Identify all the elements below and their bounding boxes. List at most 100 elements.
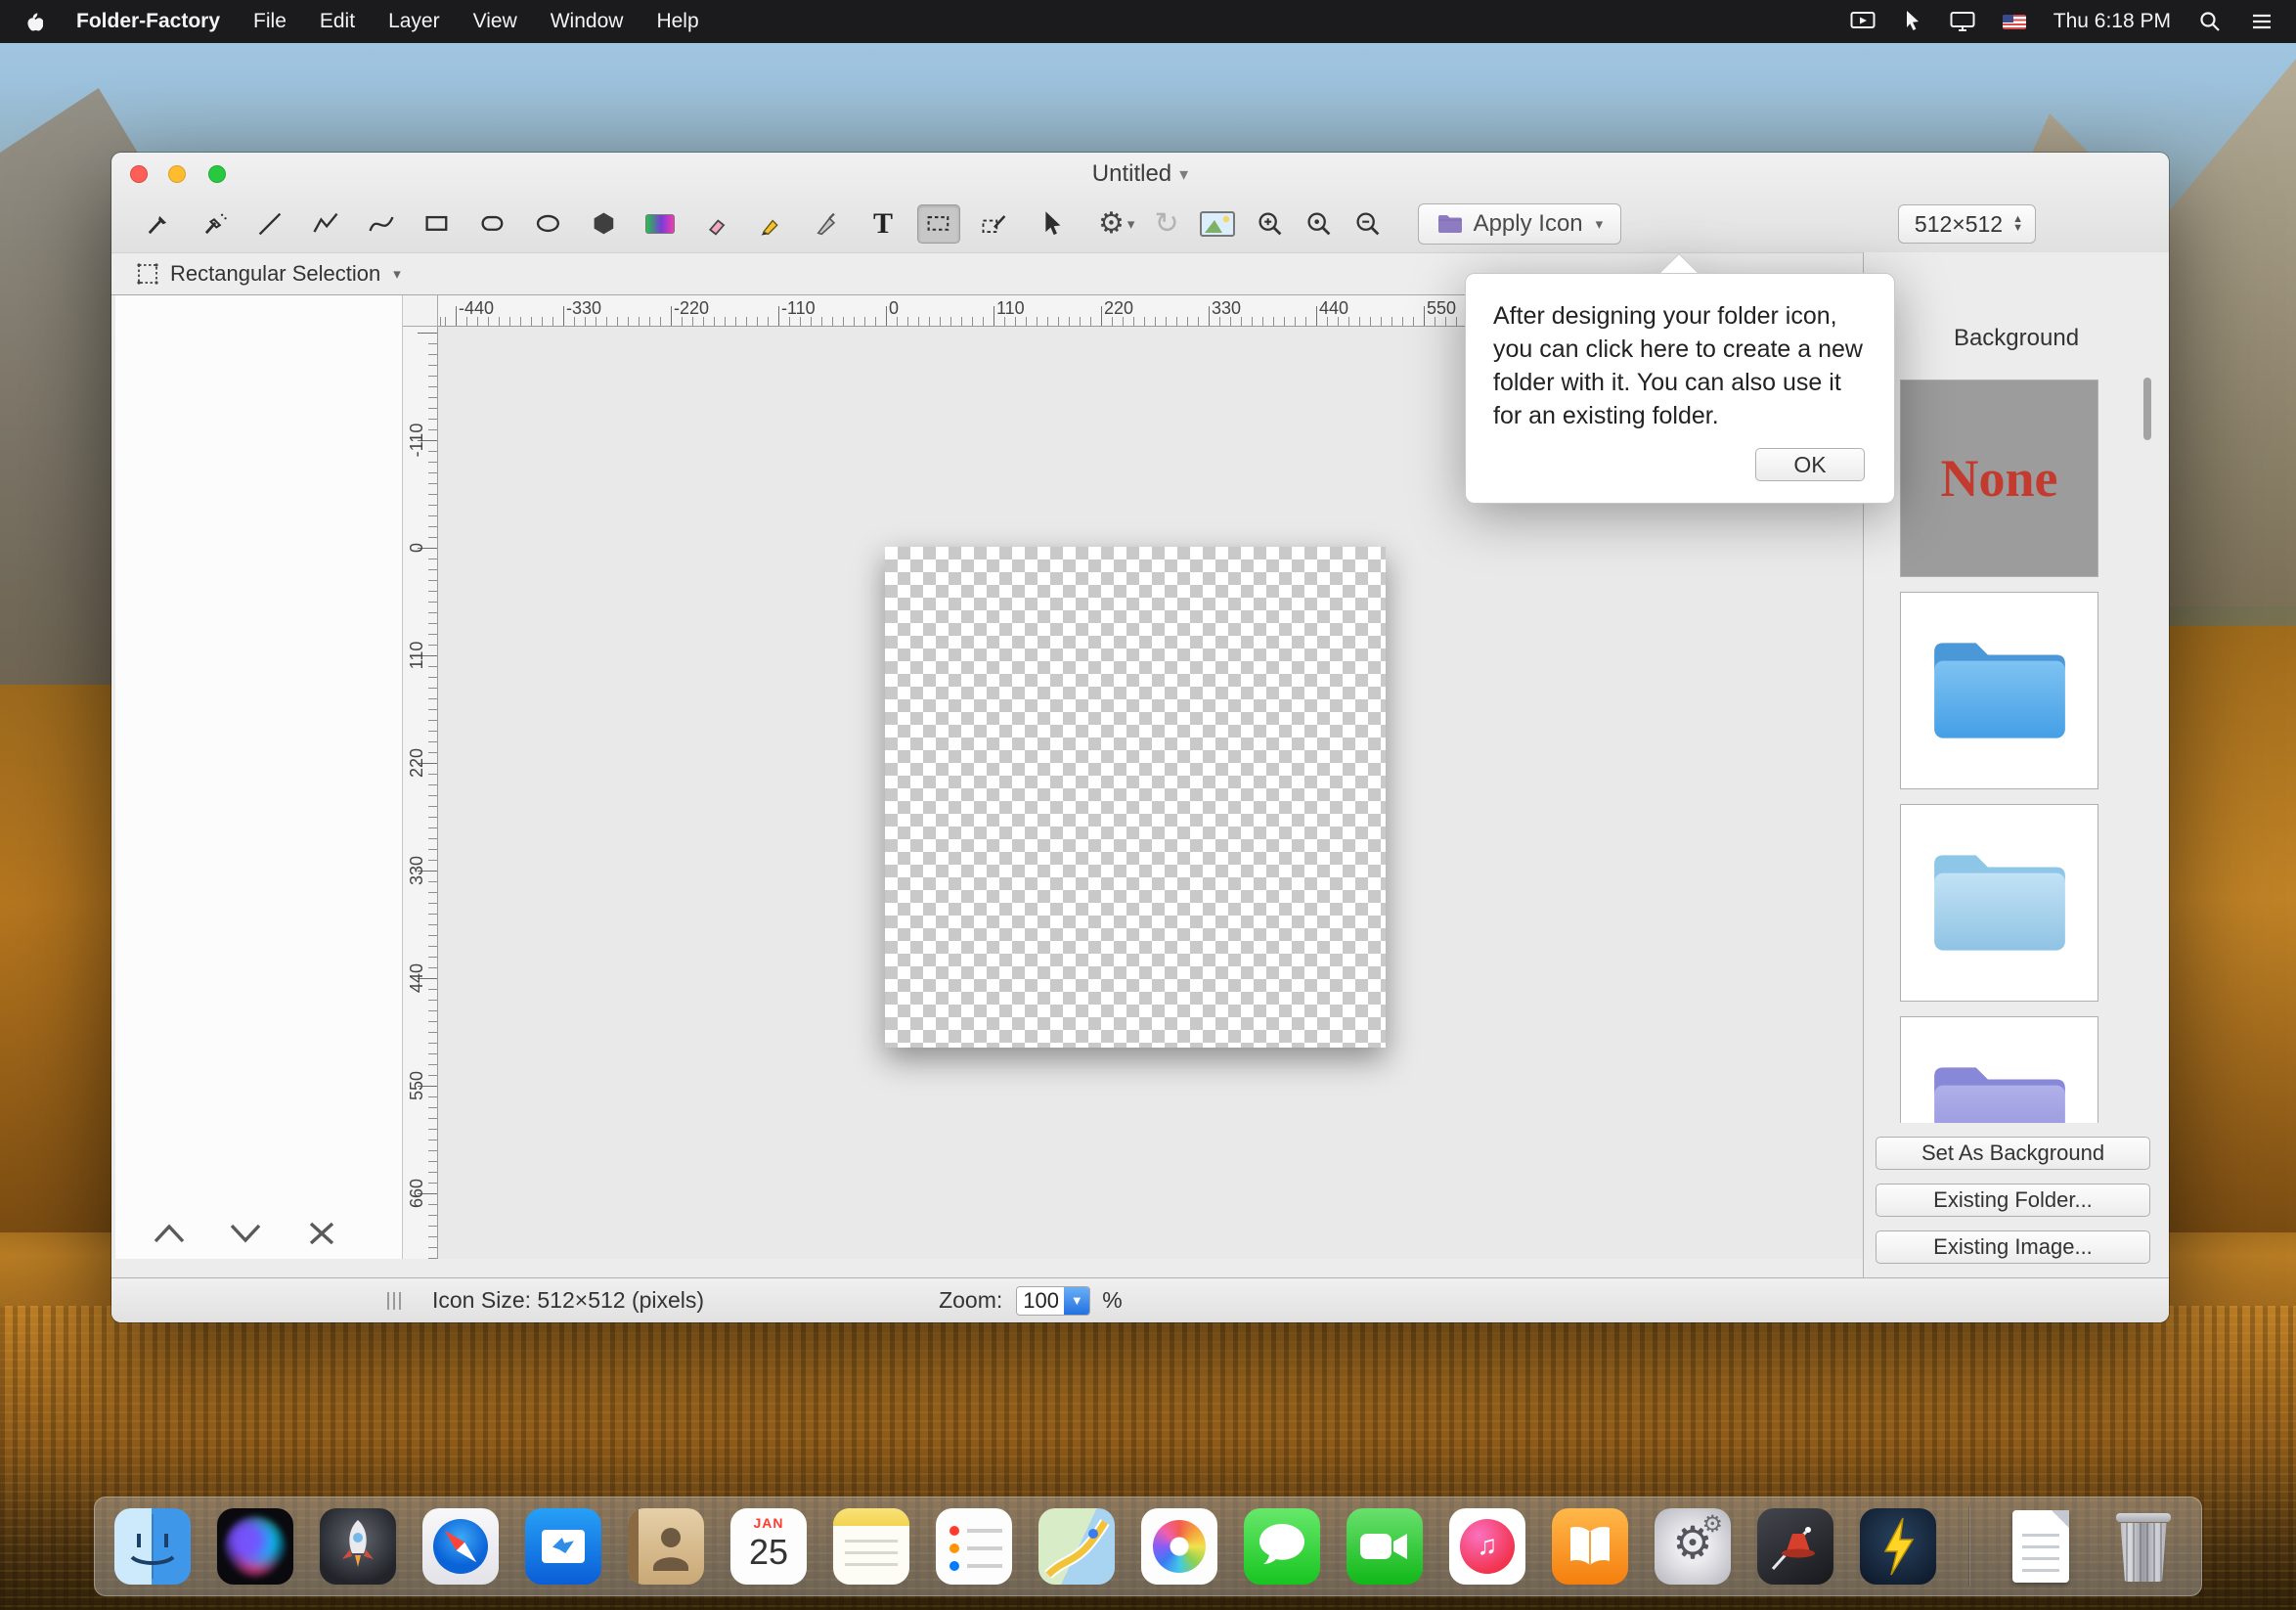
icon-size-stepper[interactable]: 512×512 ▲▼ <box>1898 204 2036 244</box>
dock-icon-photos[interactable] <box>1141 1508 1217 1585</box>
dock-icon-reminders[interactable] <box>936 1508 1012 1585</box>
display-icon[interactable] <box>1950 11 1975 32</box>
menu-window[interactable]: Window <box>551 10 624 33</box>
dock-icon-finder[interactable] <box>114 1508 191 1585</box>
zoom-out-icon <box>1353 209 1383 239</box>
spotlight-search-icon[interactable] <box>2198 10 2222 33</box>
rounded-rectangle-tool-button[interactable] <box>471 204 514 244</box>
dock-icon-trash[interactable] <box>2105 1508 2182 1585</box>
zoom-label: Zoom: <box>939 1287 1002 1314</box>
window-title: Untitled <box>1092 160 1171 188</box>
dock-icon-safari[interactable] <box>422 1508 499 1585</box>
menu-app-name[interactable]: Folder-Factory <box>76 10 220 33</box>
eraser-tool-button[interactable] <box>694 204 737 244</box>
ruler-label: 440 <box>406 951 427 1006</box>
menu-edit[interactable]: Edit <box>320 10 355 33</box>
dock-icon-textedit[interactable] <box>2003 1508 2079 1585</box>
background-tile-sky-folder[interactable] <box>1900 804 2098 1002</box>
line-tool-button[interactable] <box>248 204 291 244</box>
gear-menu-button[interactable]: ⚙ ▾ <box>1098 209 1134 239</box>
canvas-transparency-checkerboard[interactable] <box>885 547 1386 1048</box>
dock-icon-messages[interactable] <box>1244 1508 1320 1585</box>
zoom-value-input[interactable] <box>1017 1287 1064 1315</box>
ruler-label: -110 <box>781 298 816 319</box>
ruler-label: 330 <box>1212 298 1241 319</box>
zoom-combo-box[interactable]: ▼ <box>1016 1286 1090 1316</box>
gradient-swatch-icon <box>645 214 675 234</box>
marquee-selection-tool-button[interactable] <box>917 204 960 244</box>
dock-icon-lightning-app[interactable] <box>1860 1508 1936 1585</box>
zoom-in-button[interactable] <box>1256 209 1285 239</box>
display-mirroring-icon[interactable] <box>1850 11 1876 32</box>
existing-folder-button[interactable]: Existing Folder... <box>1876 1184 2150 1217</box>
redo-button[interactable]: ↻ <box>1154 209 1178 239</box>
menu-view[interactable]: View <box>473 10 517 33</box>
zoom-dropdown-button[interactable]: ▼ <box>1064 1286 1089 1316</box>
icon-size-status: Icon Size: 512×512 (pixels) <box>432 1287 704 1314</box>
window-title-menu[interactable]: Untitled ▾ <box>111 153 2169 196</box>
move-layer-down-button[interactable] <box>227 1221 264 1251</box>
ruler-label: 550 <box>1427 298 1456 319</box>
dock: JAN 25 ♫ ⚙ ⚙ <box>94 1497 2202 1596</box>
background-list: None <box>1900 372 2098 1123</box>
ruler-label: 660 <box>406 1166 427 1221</box>
menu-file[interactable]: File <box>253 10 287 33</box>
dock-icon-folder-factory[interactable] <box>1757 1508 1833 1585</box>
sidebar-resize-handle[interactable] <box>387 1292 401 1310</box>
polygon-tool-button[interactable] <box>583 204 626 244</box>
existing-image-button[interactable]: Existing Image... <box>1876 1230 2150 1264</box>
dock-icon-mail[interactable] <box>525 1508 601 1585</box>
menu-help[interactable]: Help <box>656 10 698 33</box>
layer-controls <box>151 1221 340 1251</box>
delete-layer-button[interactable] <box>303 1221 340 1251</box>
dock-icon-maps[interactable] <box>1038 1508 1115 1585</box>
dock-icon-contacts[interactable] <box>628 1508 704 1585</box>
background-tile-none[interactable]: None <box>1900 380 2098 577</box>
purple-folder-icon <box>1925 1055 2074 1123</box>
menu-clock[interactable]: Thu 6:18 PM <box>2053 10 2171 33</box>
dock-icon-ibooks[interactable] <box>1552 1508 1628 1585</box>
text-tool-glyph: T <box>873 209 893 239</box>
zoom-actual-size-button[interactable] <box>1304 209 1334 239</box>
curve-tool-button[interactable] <box>360 204 403 244</box>
apply-icon-button[interactable]: Apply Icon ▾ <box>1418 203 1622 245</box>
background-tile-purple-folder[interactable] <box>1900 1016 2098 1123</box>
dock-icon-siri[interactable] <box>217 1508 293 1585</box>
apple-menu-icon[interactable] <box>22 9 43 34</box>
pencil-tool-button[interactable] <box>750 204 793 244</box>
popover-ok-button[interactable]: OK <box>1755 448 1865 481</box>
background-panel-title: Background <box>1864 325 2169 352</box>
background-tile-blue-folder[interactable] <box>1900 592 2098 789</box>
ellipse-tool-button[interactable] <box>527 204 570 244</box>
dock-icon-itunes[interactable]: ♫ <box>1449 1508 1525 1585</box>
chevron-down-icon: ▾ <box>1179 164 1188 185</box>
dock-icon-calendar[interactable]: JAN 25 <box>730 1508 807 1585</box>
freeform-selection-tool-button[interactable] <box>973 204 1016 244</box>
dock-separator <box>1968 1506 1970 1587</box>
ruler-label: 0 <box>889 298 899 319</box>
knife-tool-button[interactable] <box>806 204 849 244</box>
menu-layer[interactable]: Layer <box>388 10 440 33</box>
ruler-label: 330 <box>406 843 427 898</box>
blue-folder-icon <box>1925 631 2074 750</box>
input-source-us-flag-icon[interactable] <box>2003 15 2026 29</box>
cursor-tool-button[interactable] <box>1029 204 1072 244</box>
zoom-out-button[interactable] <box>1353 209 1383 239</box>
panel-scrollbar-thumb[interactable] <box>2143 378 2151 440</box>
dock-icon-launchpad[interactable] <box>320 1508 396 1585</box>
brush-tool-button[interactable] <box>193 204 236 244</box>
dock-icon-notes[interactable] <box>833 1508 909 1585</box>
set-as-background-button[interactable]: Set As Background <box>1876 1137 2150 1170</box>
notification-center-icon[interactable] <box>2249 11 2274 32</box>
title-bar[interactable]: Untitled ▾ <box>111 153 2169 196</box>
gradient-tool-button[interactable] <box>639 204 682 244</box>
move-layer-up-button[interactable] <box>151 1221 188 1251</box>
rectangle-tool-button[interactable] <box>416 204 459 244</box>
dock-icon-facetime[interactable] <box>1347 1508 1423 1585</box>
eyedropper-tool-button[interactable] <box>137 204 180 244</box>
text-tool-button[interactable]: T <box>861 204 905 244</box>
pointer-icon[interactable] <box>1903 10 1922 33</box>
polyline-tool-button[interactable] <box>304 204 347 244</box>
dock-icon-system-preferences[interactable]: ⚙ ⚙ <box>1655 1508 1731 1585</box>
insert-image-button[interactable] <box>1199 209 1236 239</box>
